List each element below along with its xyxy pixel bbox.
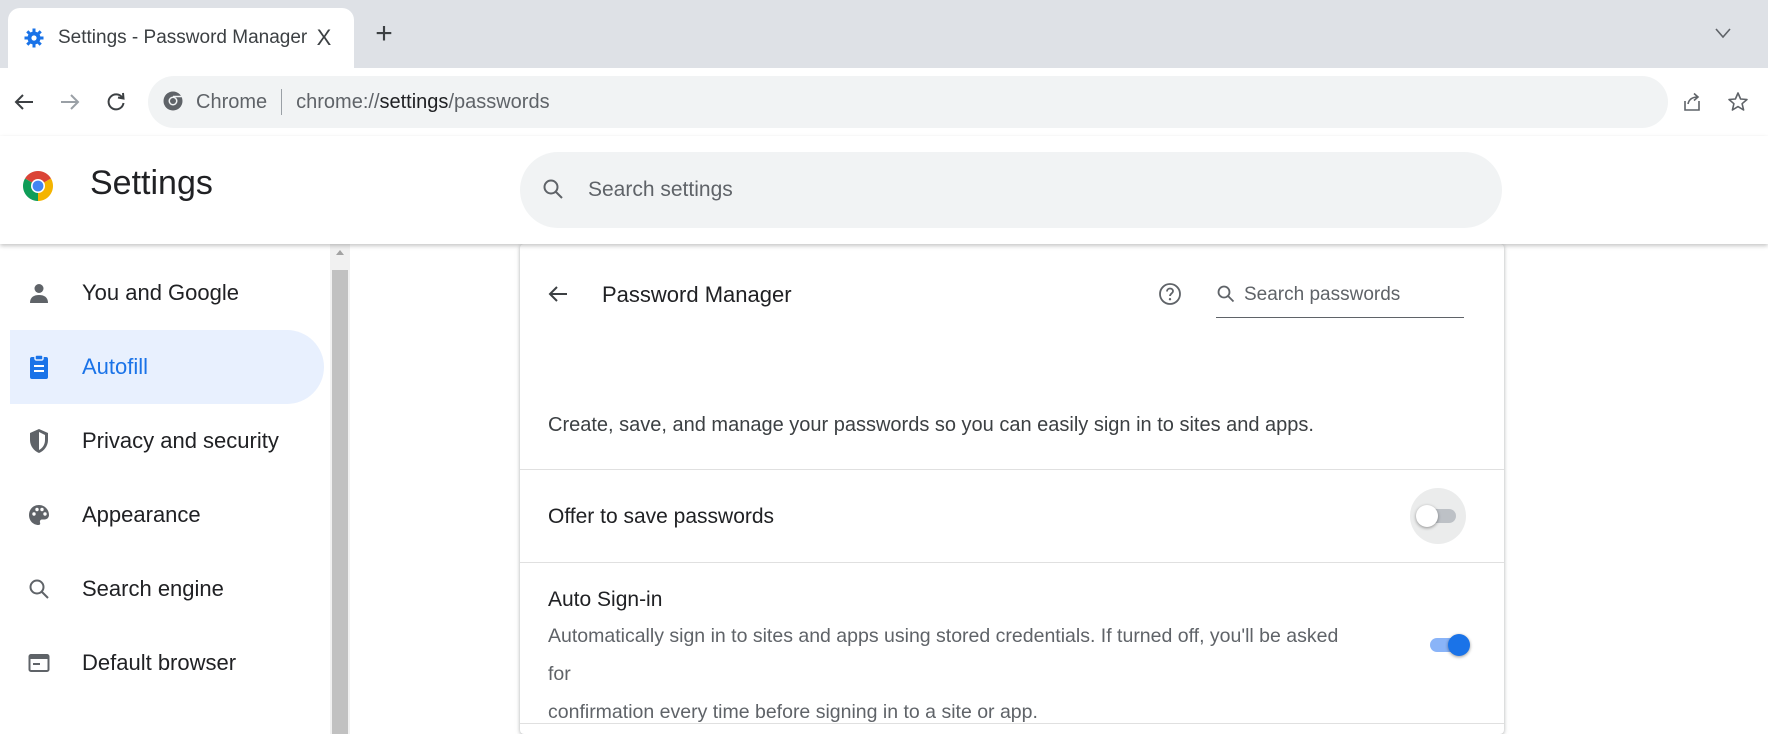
card-header: Password Manager: [520, 244, 1504, 344]
back-button[interactable]: [8, 86, 40, 118]
site-chip[interactable]: Chrome: [162, 90, 267, 114]
address-bar[interactable]: Chrome chrome://settings/passwords: [148, 76, 1668, 128]
sidebar-item-label: Search engine: [82, 576, 224, 601]
browser-window-icon: [26, 650, 52, 676]
offer-to-save-toggle[interactable]: [1416, 500, 1460, 532]
sidebar-item-appearance[interactable]: Appearance: [10, 478, 324, 552]
sidebar-item-autofill[interactable]: Autofill: [10, 330, 324, 404]
divider: [520, 562, 1504, 563]
person-icon: [26, 280, 52, 306]
clipboard-icon: [26, 354, 52, 380]
site-chip-label: Chrome: [196, 90, 268, 113]
settings-header: Settings: [0, 136, 1768, 244]
auto-signin-description-line: confirmation every time before signing i…: [548, 701, 1038, 723]
offer-to-save-label: Offer to save passwords: [548, 505, 775, 528]
auto-signin-description: Automatically sign in to sites and apps …: [548, 617, 1348, 731]
back-arrow-icon[interactable]: [542, 278, 574, 310]
new-tab-button[interactable]: +: [368, 17, 400, 50]
palette-icon: [26, 502, 52, 528]
url-text: chrome://settings/passwords: [296, 91, 549, 114]
section-title: Password Manager: [602, 282, 792, 307]
tab-title: Settings - Password Manager: [58, 27, 308, 48]
tab-close-button[interactable]: X: [310, 24, 338, 52]
sidebar-item-label: You and Google: [82, 280, 239, 305]
chrome-icon: [162, 90, 186, 114]
sidebar-item-search-engine[interactable]: Search engine: [10, 552, 324, 626]
tab-search-chevron-icon[interactable]: [1708, 18, 1738, 48]
sidebar-item-privacy-and-security[interactable]: Privacy and security: [10, 404, 324, 478]
auto-signin-toggle[interactable]: [1426, 629, 1470, 661]
url-host: settings: [379, 90, 449, 113]
url-path: /passwords: [448, 90, 550, 113]
forward-button[interactable]: [54, 86, 86, 118]
password-manager-card: Password Manager Create, save, and manag…: [520, 244, 1504, 734]
url-prefix: chrome://: [296, 90, 380, 113]
bookmark-star-icon[interactable]: [1722, 86, 1754, 118]
scrollbar-thumb[interactable]: [332, 270, 348, 734]
toggle-knob: [1448, 634, 1470, 656]
search-icon: [26, 576, 52, 602]
browser-toolbar: Chrome chrome://settings/passwords: [0, 68, 1768, 136]
omnibox-divider: [281, 89, 283, 115]
search-passwords-box[interactable]: [1216, 272, 1464, 318]
help-icon[interactable]: [1154, 278, 1186, 310]
sidebar-item-label: Default browser: [82, 650, 237, 675]
search-passwords-input[interactable]: [1244, 283, 1444, 306]
search-settings-box[interactable]: [520, 152, 1502, 228]
auto-signin-label: Auto Sign-in: [548, 588, 663, 611]
tab-settings[interactable]: Settings - Password Manager X: [8, 8, 354, 68]
sidebar-item-label: Privacy and security: [82, 428, 279, 453]
search-settings-input[interactable]: [588, 178, 1388, 202]
reload-button[interactable]: [100, 86, 132, 118]
search-icon: [1216, 284, 1238, 306]
sidebar-item-label: Autofill: [82, 354, 149, 379]
sidebar-item-default-browser[interactable]: Default browser: [10, 626, 324, 700]
search-icon: [542, 178, 566, 202]
share-icon[interactable]: [1676, 86, 1708, 118]
page-title: Settings: [90, 164, 213, 202]
divider: [520, 723, 1504, 724]
sidebar-scrollbar[interactable]: [330, 244, 350, 734]
sidebar: You and Google Autofill Privacy and secu…: [0, 244, 330, 734]
tab-strip: Settings - Password Manager X +: [0, 0, 1768, 68]
sidebar-item-you-and-google[interactable]: You and Google: [10, 256, 324, 330]
sidebar-item-label: Appearance: [82, 502, 201, 527]
chrome-logo-icon: [22, 170, 54, 202]
gear-icon: [24, 28, 44, 48]
scroll-up-arrow-icon[interactable]: [330, 248, 350, 262]
toggle-knob: [1416, 505, 1438, 527]
shield-icon: [26, 428, 52, 454]
password-manager-description: Create, save, and manage your passwords …: [548, 414, 1314, 436]
auto-signin-description-line: Automatically sign in to sites and apps …: [548, 625, 1339, 685]
divider: [520, 469, 1504, 470]
